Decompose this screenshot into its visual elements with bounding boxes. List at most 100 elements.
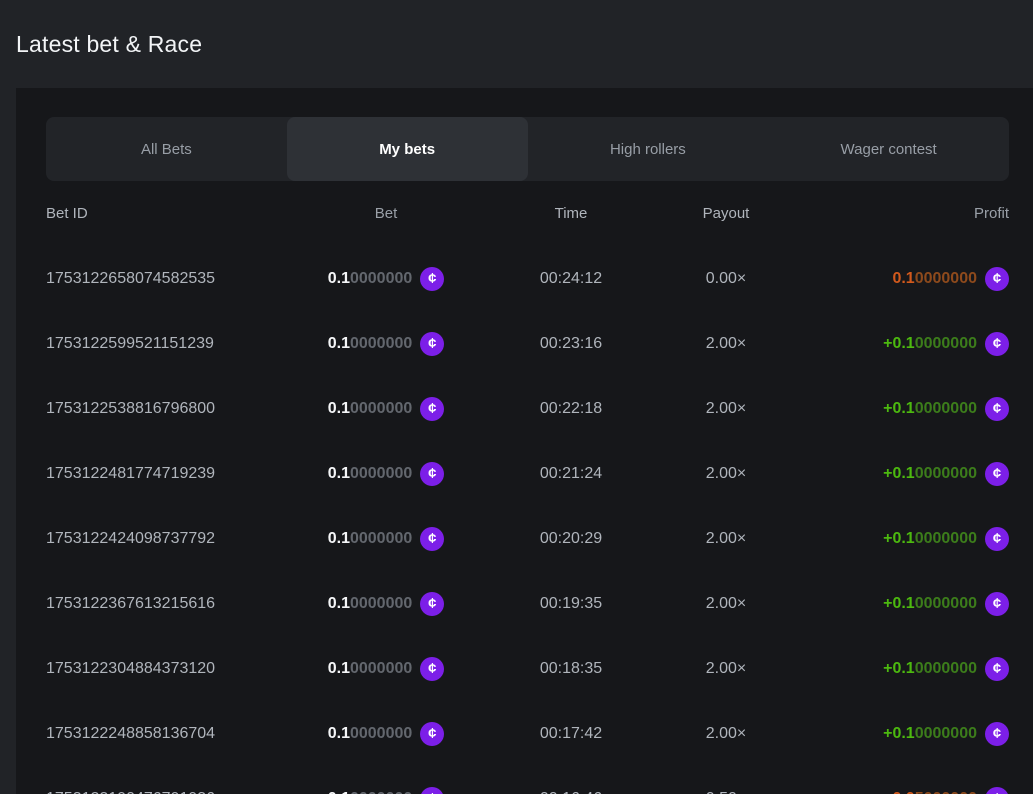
coin-icon: ¢ [420, 462, 444, 486]
bet-profit-value: +0.10000000 [883, 595, 977, 613]
table-row[interactable]: 1753122367613215616 0.10000000 ¢ 00:19:3… [46, 571, 1009, 636]
bet-id: 1753122481774719239 [46, 465, 286, 483]
table-row[interactable]: 1753122599521151239 0.10000000 ¢ 00:23:1… [46, 311, 1009, 376]
coin-icon: ¢ [985, 397, 1009, 421]
bet-amount-value: 0.10000000 [328, 465, 413, 483]
coin-icon: ¢ [420, 397, 444, 421]
bet-profit-value: 0.10000000 [892, 270, 977, 288]
tab-high-rollers[interactable]: High rollers [528, 117, 769, 181]
bet-profit-value: +0.10000000 [883, 530, 977, 548]
table-header: Bet ID Bet Time Payout Profit [46, 193, 1009, 233]
bet-id: 1753122538816796800 [46, 400, 286, 418]
table-row[interactable]: 1753122248858136704 0.10000000 ¢ 00:17:4… [46, 701, 1009, 766]
bet-time: 00:16:46 [486, 790, 656, 794]
bet-profit: +0.10000000 ¢ [796, 527, 1009, 551]
bet-payout: 2.00× [656, 660, 796, 678]
bet-profit: +0.10000000 ¢ [796, 462, 1009, 486]
bet-time: 00:22:18 [486, 400, 656, 418]
bet-amount-value: 0.10000000 [328, 530, 413, 548]
coin-icon: ¢ [420, 527, 444, 551]
bet-time: 00:17:42 [486, 725, 656, 743]
coin-icon: ¢ [985, 267, 1009, 291]
bet-amount-value: 0.10000000 [328, 270, 413, 288]
bet-id: 1753122658074582535 [46, 270, 286, 288]
bet-payout: 2.00× [656, 400, 796, 418]
bet-profit: +0.10000000 ¢ [796, 592, 1009, 616]
coin-icon: ¢ [985, 462, 1009, 486]
bet-id: 1753122248858136704 [46, 725, 286, 743]
column-header-profit: Profit [796, 205, 1009, 222]
bet-amount: 0.10000000 ¢ [286, 787, 486, 794]
column-header-bet: Bet [286, 205, 486, 222]
table-row[interactable]: 1753122304884373120 0.10000000 ¢ 00:18:3… [46, 636, 1009, 701]
column-header-payout: Payout [656, 205, 796, 222]
coin-icon: ¢ [420, 722, 444, 746]
bet-id: 1753122424098737792 [46, 530, 286, 548]
bets-panel: All Bets My bets High rollers Wager cont… [16, 88, 1033, 794]
coin-icon: ¢ [420, 592, 444, 616]
column-header-bet-id: Bet ID [46, 205, 286, 222]
table-row[interactable]: 1753122424098737792 0.10000000 ¢ 00:20:2… [46, 506, 1009, 571]
coin-icon: ¢ [420, 267, 444, 291]
bet-time: 00:23:16 [486, 335, 656, 353]
bet-profit: +0.10000000 ¢ [796, 657, 1009, 681]
coin-icon: ¢ [420, 657, 444, 681]
bet-amount: 0.10000000 ¢ [286, 527, 486, 551]
bet-profit-value: +0.10000000 [883, 400, 977, 418]
bet-payout: 2.00× [656, 335, 796, 353]
bet-amount-value: 0.10000000 [328, 335, 413, 353]
coin-icon: ¢ [985, 527, 1009, 551]
bet-payout: 2.00× [656, 595, 796, 613]
bet-profit: +0.10000000 ¢ [796, 332, 1009, 356]
bet-id: 1753122599521151239 [46, 335, 286, 353]
bet-profit: +0.10000000 ¢ [796, 722, 1009, 746]
table-row[interactable]: 1753122658074582535 0.10000000 ¢ 00:24:1… [46, 246, 1009, 311]
bets-table-body: 1753122658074582535 0.10000000 ¢ 00:24:1… [46, 246, 1009, 794]
page-header: Latest bet & Race [0, 0, 1033, 88]
bet-id: 1753122367613215616 [46, 595, 286, 613]
bet-time: 00:18:35 [486, 660, 656, 678]
coin-icon: ¢ [420, 787, 444, 794]
bet-payout: 2.00× [656, 465, 796, 483]
bet-amount: 0.10000000 ¢ [286, 592, 486, 616]
bet-time: 00:24:12 [486, 270, 656, 288]
bet-payout: 0.50× [656, 790, 796, 794]
coin-icon: ¢ [985, 657, 1009, 681]
bet-amount-value: 0.10000000 [328, 660, 413, 678]
bet-amount: 0.10000000 ¢ [286, 267, 486, 291]
bet-id: 1753122304884373120 [46, 660, 286, 678]
coin-icon: ¢ [985, 592, 1009, 616]
bet-profit-value: 0.05000000 [892, 790, 977, 794]
bet-amount: 0.10000000 ¢ [286, 332, 486, 356]
tab-all-bets[interactable]: All Bets [46, 117, 287, 181]
column-header-time: Time [486, 205, 656, 222]
table-row[interactable]: 1753122538816796800 0.10000000 ¢ 00:22:1… [46, 376, 1009, 441]
table-row[interactable]: 1753122481774719239 0.10000000 ¢ 00:21:2… [46, 441, 1009, 506]
coin-icon: ¢ [985, 787, 1009, 794]
bet-payout: 2.00× [656, 725, 796, 743]
bet-time: 00:19:35 [486, 595, 656, 613]
coin-icon: ¢ [420, 332, 444, 356]
bet-id: 1753122190476791936 [46, 790, 286, 794]
bet-amount: 0.10000000 ¢ [286, 462, 486, 486]
bet-amount-value: 0.10000000 [328, 725, 413, 743]
coin-icon: ¢ [985, 332, 1009, 356]
page-title: Latest bet & Race [16, 31, 202, 58]
bet-amount: 0.10000000 ¢ [286, 657, 486, 681]
coin-icon: ¢ [985, 722, 1009, 746]
bet-profit-value: +0.10000000 [883, 335, 977, 353]
bet-profit-value: +0.10000000 [883, 465, 977, 483]
bet-profit-value: +0.10000000 [883, 725, 977, 743]
bet-profit: +0.10000000 ¢ [796, 397, 1009, 421]
bet-amount-value: 0.10000000 [328, 595, 413, 613]
tabs-bar: All Bets My bets High rollers Wager cont… [46, 117, 1009, 181]
bet-amount-value: 0.10000000 [328, 400, 413, 418]
bet-amount: 0.10000000 ¢ [286, 722, 486, 746]
bet-profit-value: +0.10000000 [883, 660, 977, 678]
bet-payout: 2.00× [656, 530, 796, 548]
tab-wager-contest[interactable]: Wager contest [768, 117, 1009, 181]
bet-profit: 0.05000000 ¢ [796, 787, 1009, 794]
table-row[interactable]: 1753122190476791936 0.10000000 ¢ 00:16:4… [46, 766, 1009, 794]
bet-time: 00:20:29 [486, 530, 656, 548]
tab-my-bets[interactable]: My bets [287, 117, 528, 181]
